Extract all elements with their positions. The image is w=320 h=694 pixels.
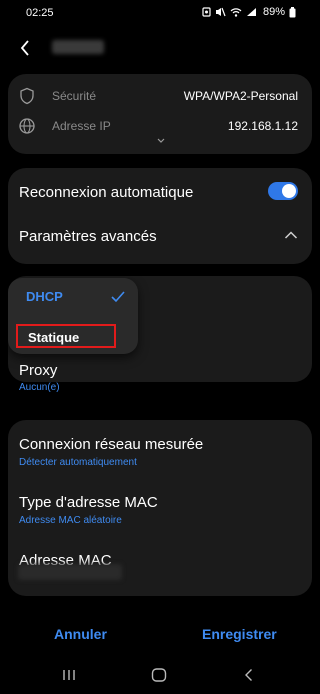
proxy-label[interactable]: Proxy [19, 362, 57, 379]
metered-value: Détecter automatiquement [19, 457, 137, 468]
expand-chevron-icon[interactable] [156, 136, 166, 146]
advanced-settings-label[interactable]: Paramètres avancés [19, 228, 298, 245]
cancel-button[interactable]: Annuler [54, 626, 107, 642]
ip-settings-dropdown: DHCP Statique [8, 278, 138, 354]
status-time: 02:25 [26, 7, 54, 19]
navigation-bar [0, 660, 320, 694]
mac-type-value: Adresse MAC aléatoire [19, 515, 122, 526]
metered-connection-item[interactable]: Connexion réseau mesurée Détecter automa… [19, 436, 300, 468]
notification-icon [202, 7, 211, 17]
ip-row: Adresse IP 192.168.1.12 [18, 116, 298, 136]
globe-icon [19, 118, 35, 134]
signal-icon [246, 8, 256, 16]
mute-icon [215, 7, 226, 17]
option-static[interactable]: Statique [16, 324, 116, 348]
save-button[interactable]: Enregistrer [202, 626, 277, 642]
metered-label: Connexion réseau mesurée [19, 436, 204, 453]
recent-apps-icon[interactable] [62, 668, 76, 682]
battery-percent: 89% [262, 6, 285, 18]
toggle-knob [282, 184, 296, 198]
security-value: WPA/WPA2-Personal [183, 89, 298, 103]
option-dhcp[interactable]: DHCP [26, 289, 63, 304]
connection-settings-card: Reconnexion automatique Paramètres avanc… [8, 168, 312, 264]
checkmark-icon [111, 291, 125, 303]
security-row: Sécurité WPA/WPA2-Personal [18, 86, 298, 106]
ip-value: 192.168.1.12 [227, 119, 298, 133]
chevron-up-icon[interactable] [284, 230, 298, 240]
back-arrow-icon[interactable] [14, 36, 38, 60]
mac-type-label: Type d'adresse MAC [19, 494, 158, 511]
header [0, 30, 320, 66]
security-label: Sécurité [52, 89, 97, 103]
status-bar: 02:25 89% [0, 0, 320, 26]
shield-icon [20, 87, 34, 105]
network-name-redacted [52, 40, 104, 54]
network-info-card: Sécurité WPA/WPA2-Personal Adresse IP 19… [8, 74, 312, 154]
back-nav-icon[interactable] [243, 668, 255, 682]
battery-icon [289, 6, 296, 17]
proxy-value: Aucun(e) [19, 382, 60, 393]
auto-reconnect-label: Reconnexion automatique [19, 184, 194, 201]
wifi-icon [230, 8, 242, 17]
ip-label: Adresse IP [52, 119, 111, 133]
mac-type-item[interactable]: Type d'adresse MAC Adresse MAC aléatoire [19, 494, 300, 526]
network-details-card: Connexion réseau mesurée Détecter automa… [8, 420, 312, 596]
auto-reconnect-toggle[interactable] [268, 182, 298, 200]
home-icon[interactable] [151, 668, 167, 682]
mac-address-redacted [18, 564, 122, 580]
status-icons: 89% [202, 6, 296, 18]
